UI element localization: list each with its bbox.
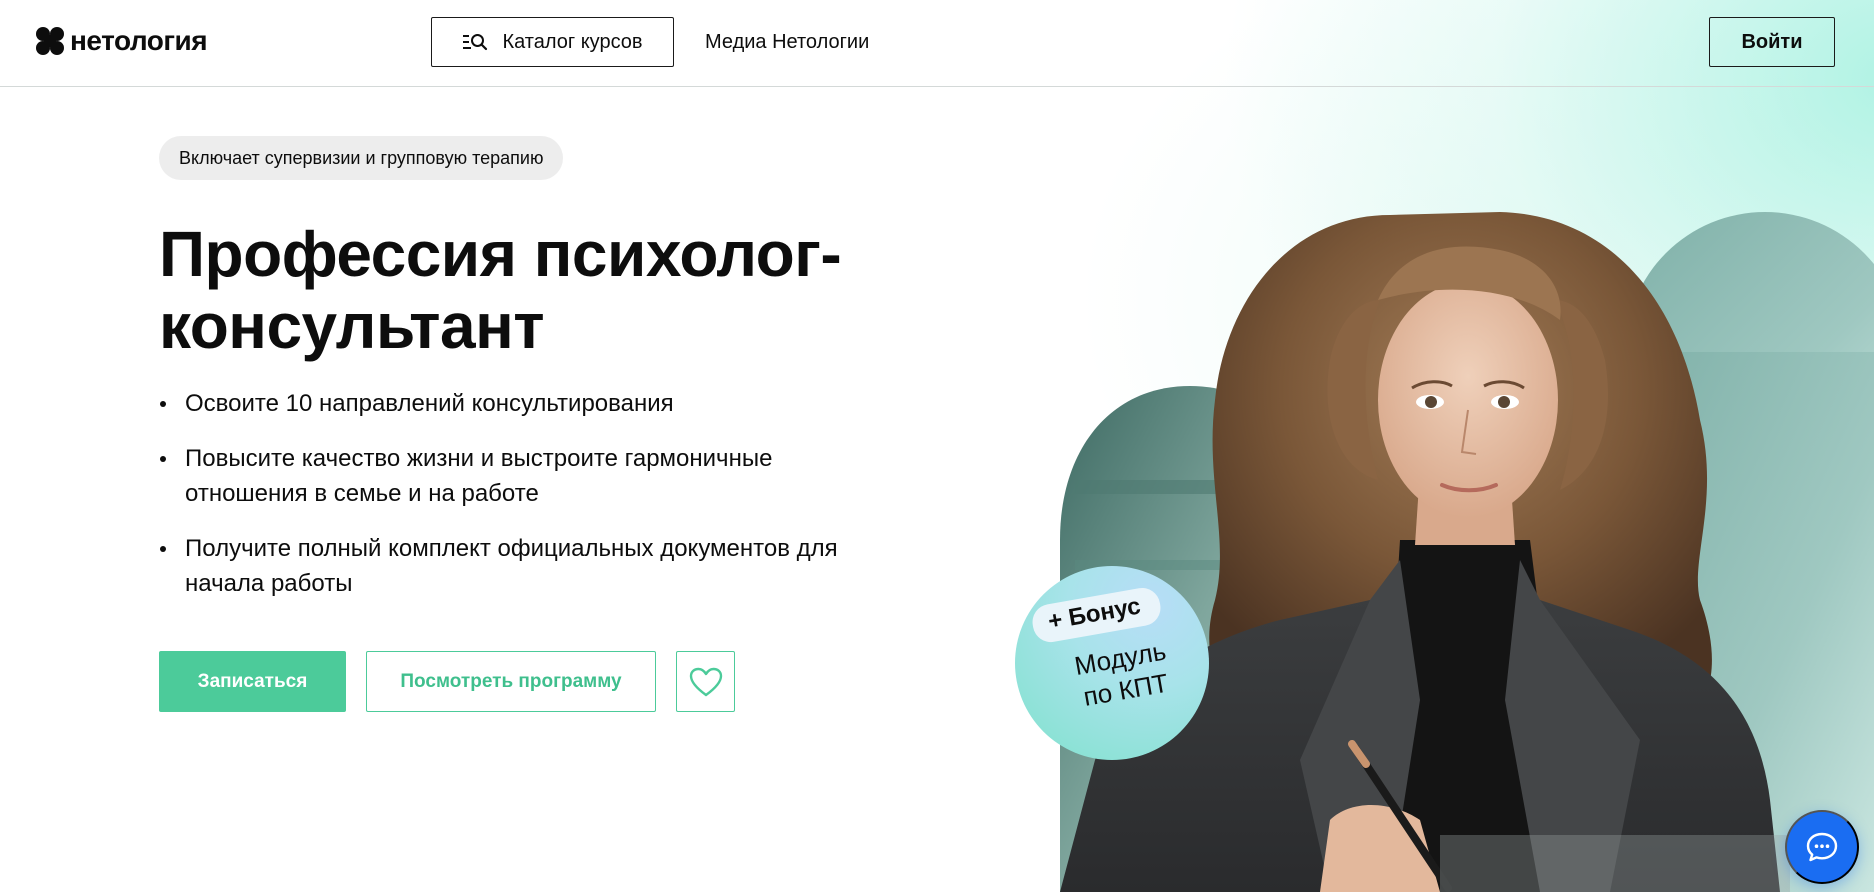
site-header: нетология Каталог курсов Медиа Нетологии…	[0, 0, 1874, 87]
heart-icon	[689, 667, 722, 696]
benefit-item: Освоите 10 направлений консультирования	[159, 386, 879, 421]
logo[interactable]: нетология	[36, 25, 208, 56]
list-search-icon	[463, 34, 488, 51]
enroll-button[interactable]: Записаться	[159, 651, 346, 712]
bonus-badge: + Бонус Модуль по КПТ	[1015, 566, 1209, 760]
page-title: Профессия психолог-консультант	[159, 218, 842, 362]
benefits-list: Освоите 10 направлений консультирования …	[159, 386, 879, 621]
view-program-button[interactable]: Посмотреть программу	[366, 651, 656, 712]
bonus-text: Модуль по КПТ	[1072, 635, 1171, 712]
bonus-chip: + Бонус	[1029, 585, 1164, 645]
benefit-item: Повысите качество жизни и выстроите гарм…	[159, 441, 879, 511]
media-link[interactable]: Медиа Нетологии	[705, 30, 869, 54]
logo-text: нетология	[70, 25, 208, 56]
chat-button[interactable]	[1785, 810, 1859, 884]
login-button[interactable]: Войти	[1709, 17, 1835, 67]
benefit-item: Получите полный комплект официальных док…	[159, 531, 879, 601]
favorite-button[interactable]	[676, 651, 735, 712]
chat-bubble-icon	[1806, 832, 1838, 862]
catalog-button[interactable]: Каталог курсов	[431, 17, 674, 67]
feature-tag: Включает супервизии и групповую терапию	[159, 136, 564, 180]
logo-mark-icon	[36, 27, 64, 55]
catalog-button-label: Каталог курсов	[502, 30, 643, 53]
